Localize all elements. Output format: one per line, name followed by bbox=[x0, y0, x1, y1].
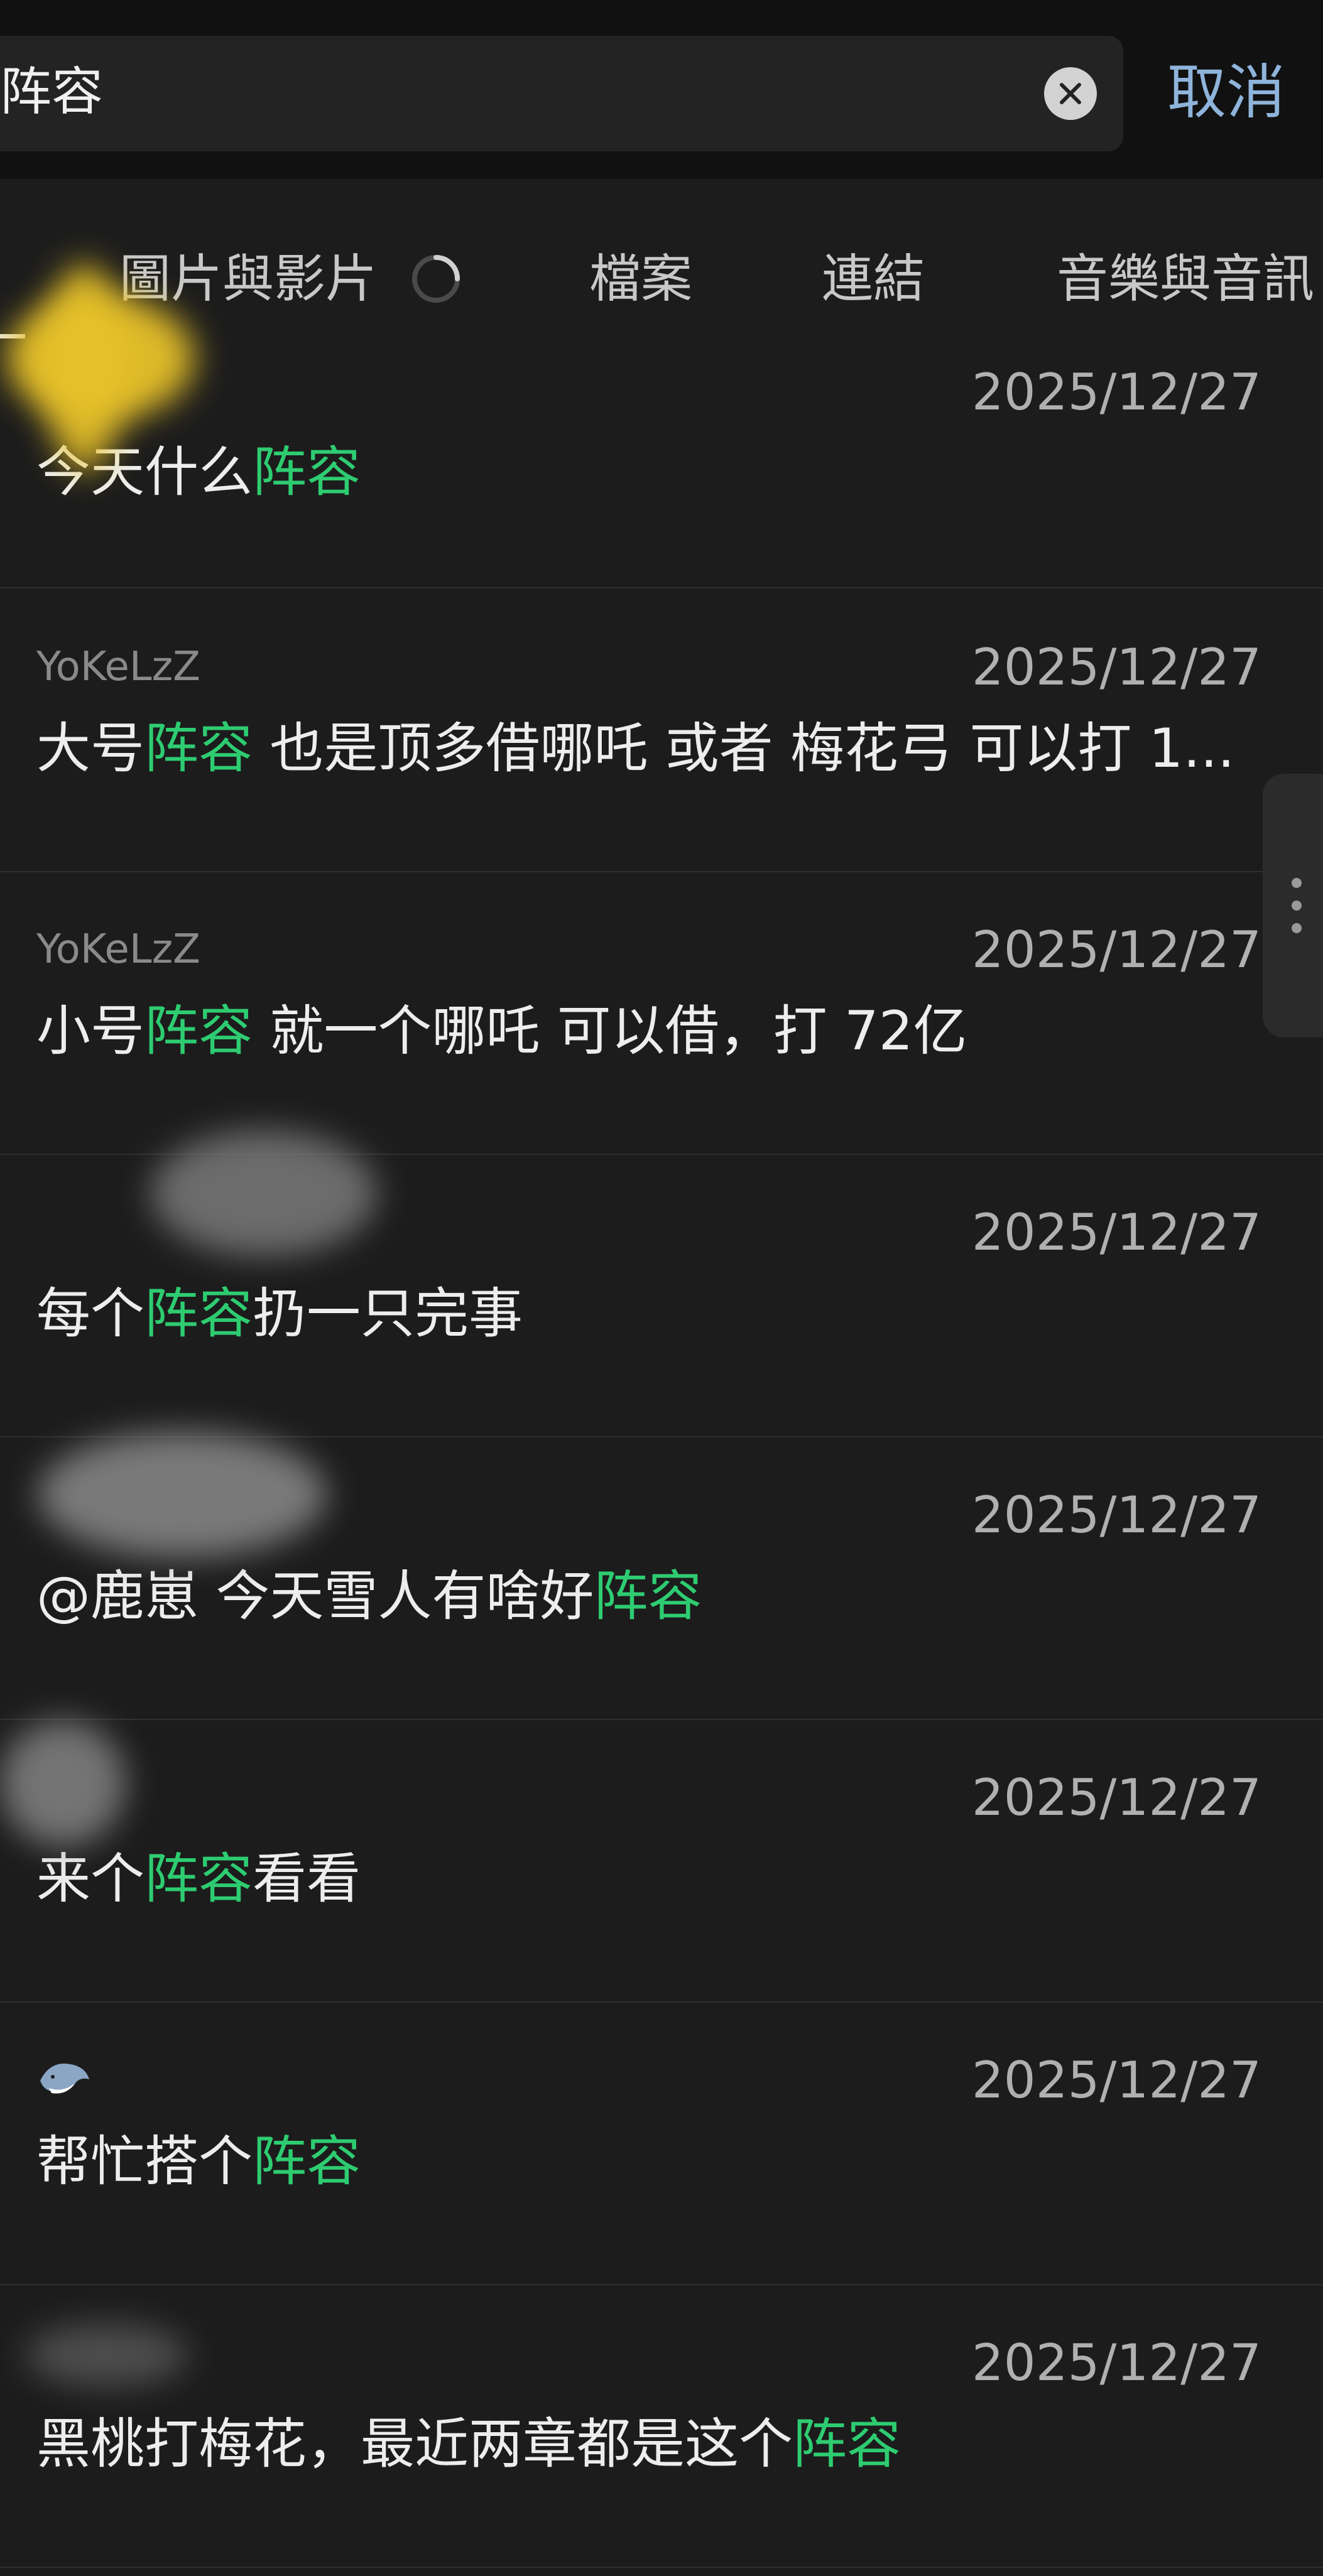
list-item[interactable]: 2025/12/27 帮忙搭个阵容 bbox=[0, 2001, 1323, 2285]
message-date: 2025/12/27 bbox=[971, 1768, 1261, 1827]
message-date: 2025/12/27 bbox=[971, 1486, 1261, 1544]
tab-files[interactable]: 檔案 bbox=[589, 245, 692, 314]
search-field[interactable] bbox=[0, 36, 1123, 151]
message-snippet: 帮忙搭个阵容 bbox=[36, 2130, 361, 2193]
search-match: 阵容 bbox=[793, 2413, 901, 2476]
message-snippet: @鹿崽 今天雪人有啥好阵容 bbox=[36, 1565, 702, 1628]
search-header: 阵容 取消 bbox=[0, 0, 1323, 179]
cancel-button[interactable]: 取消 bbox=[1167, 55, 1285, 131]
message-date: 2025/12/27 bbox=[971, 2051, 1261, 2109]
message-date: 2025/12/27 bbox=[971, 921, 1261, 979]
redaction-mark bbox=[44, 264, 126, 471]
list-item[interactable]: YoKeLzZ 2025/12/27 大号阵容 也是顶多借哪吒 或者 梅花弓 可… bbox=[0, 588, 1323, 872]
list-item[interactable]: YoKeLzZ 2025/12/27 小号阵容 就一个哪吒 可以借，打 72亿 bbox=[0, 871, 1323, 1155]
whale-avatar-icon bbox=[40, 2064, 89, 2094]
list-item[interactable]: 2025/12/27 黑桃打梅花，最近两章都是这个阵容 bbox=[0, 2284, 1323, 2568]
search-match: 阵容 bbox=[144, 1000, 253, 1063]
message-snippet: 每个阵容扔一只完事 bbox=[36, 1282, 523, 1345]
search-match: 阵容 bbox=[144, 1848, 253, 1910]
search-match: 阵容 bbox=[144, 717, 253, 780]
media-type-tabs: 圖片與影片 檔案 連結 音樂與音訊 bbox=[0, 226, 1323, 333]
tab-links[interactable]: 連結 bbox=[822, 245, 925, 314]
search-input[interactable]: 阵容 bbox=[0, 58, 103, 127]
close-icon bbox=[1060, 83, 1081, 104]
redaction-mark bbox=[0, 1721, 126, 1846]
grip-dot bbox=[1292, 923, 1302, 933]
search-match: 阵容 bbox=[253, 2130, 361, 2193]
grip-dot bbox=[1292, 878, 1302, 888]
message-snippet: 黑桃打梅花，最近两章都是这个阵容 bbox=[36, 2413, 901, 2476]
message-snippet: 小号阵容 就一个哪吒 可以借，打 72亿 bbox=[36, 1000, 967, 1063]
scroll-handle[interactable] bbox=[1263, 774, 1323, 1037]
search-match: 阵容 bbox=[144, 1282, 253, 1345]
list-item[interactable]: 2025/12/27 今天什么阵容 bbox=[0, 342, 1323, 588]
list-item[interactable]: 2025/12/27 来个阵容看看 bbox=[0, 1719, 1323, 2003]
grip-dot bbox=[1292, 901, 1302, 911]
search-match: 阵容 bbox=[253, 441, 361, 504]
message-snippet: 今天什么阵容 bbox=[36, 441, 361, 504]
message-date: 2025/12/27 bbox=[971, 638, 1261, 696]
sender-name: YoKeLzZ bbox=[36, 644, 200, 690]
redaction-mark bbox=[38, 1432, 327, 1557]
tab-photos-videos[interactable]: 圖片與影片 bbox=[119, 245, 377, 314]
redaction-mark bbox=[25, 2324, 188, 2386]
message-snippet: 来个阵容看看 bbox=[36, 1848, 361, 1910]
message-date: 2025/12/27 bbox=[971, 2334, 1261, 2392]
message-snippet: 大号阵容 也是顶多借哪吒 或者 梅花弓 可以打 1... bbox=[36, 717, 1235, 780]
redaction-mark bbox=[151, 1130, 377, 1256]
sender-name: YoKeLzZ bbox=[36, 926, 200, 973]
clear-search-button[interactable] bbox=[1044, 67, 1097, 120]
tab-music-audio[interactable]: 音樂與音訊 bbox=[1057, 245, 1314, 314]
search-match: 阵容 bbox=[594, 1565, 702, 1628]
loading-spinner-icon bbox=[412, 255, 460, 303]
message-date: 2025/12/27 bbox=[971, 1203, 1261, 1262]
message-date: 2025/12/27 bbox=[971, 363, 1261, 421]
